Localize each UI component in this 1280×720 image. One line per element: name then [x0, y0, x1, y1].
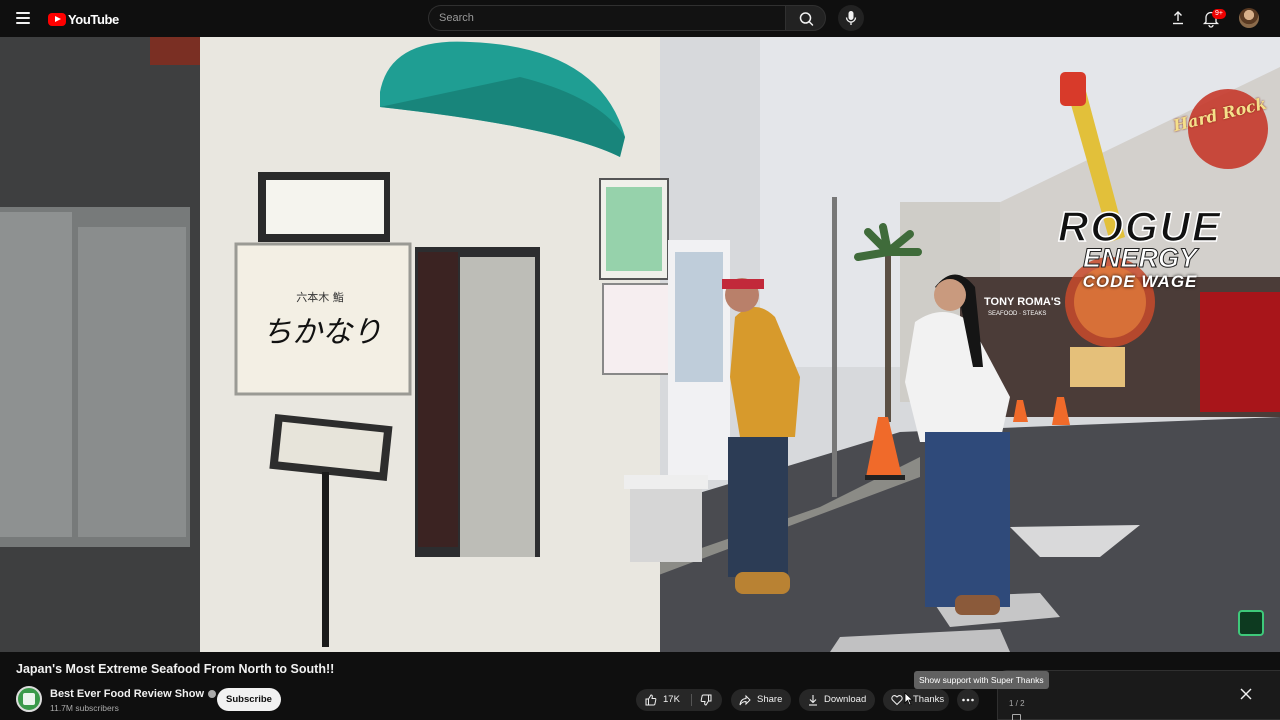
- thumbs-up-icon: [645, 694, 657, 706]
- like-dislike-group: 17K: [636, 689, 722, 711]
- upload-icon: [1173, 11, 1183, 25]
- download-label: Download: [824, 694, 867, 705]
- video-player[interactable]: 六本木 鮨 ちかなり Hard Rock TONY ROMA'S SEAFOOD…: [0, 37, 1280, 652]
- sponsor-code: CODE WAGE: [1082, 272, 1198, 291]
- mouse-cursor-icon: [904, 692, 914, 706]
- panel-item-row: [1009, 714, 1280, 720]
- more-horizontal-icon: [962, 698, 974, 702]
- sponsor-overlay: ROGUE ENERGY CODE WAGE: [1000, 204, 1280, 300]
- restaurant-sign-sub: SEAFOOD · STEAKS: [988, 311, 1047, 317]
- checkbox-icon[interactable]: [1012, 714, 1021, 720]
- search-box: [428, 5, 785, 31]
- thanks-button[interactable]: Thanks: [883, 689, 949, 711]
- svg-text:六本木 鮨: 六本木 鮨: [296, 290, 344, 304]
- logo-text: YouTube: [68, 11, 119, 27]
- share-button[interactable]: Share: [731, 689, 791, 711]
- notification-badge: 9+: [1212, 9, 1226, 19]
- voice-search-button[interactable]: [838, 5, 864, 31]
- thanks-label: Thanks: [913, 694, 945, 705]
- upload-button[interactable]: [1168, 8, 1188, 28]
- youtube-logo[interactable]: YouTube: [48, 9, 119, 29]
- super-thanks-tooltip: Show support with Super Thanks: [914, 671, 1049, 689]
- verified-icon: [208, 690, 217, 699]
- more-actions-button[interactable]: [957, 689, 979, 711]
- top-bar: YouTube 9+: [0, 0, 1280, 37]
- video-frame-scene: 六本木 鮨 ちかなり: [0, 37, 1280, 652]
- panel-close-button[interactable]: [1238, 686, 1254, 702]
- subscriber-count: 11.7M subscribers: [50, 703, 119, 713]
- mic-icon: [845, 11, 857, 25]
- sponsor-brand-sub: ENERGY: [1082, 243, 1198, 273]
- thumbs-down-icon: [700, 694, 712, 706]
- channel-name-text: Best Ever Food Review Show: [50, 688, 205, 700]
- channel-name[interactable]: Best Ever Food Review Show: [50, 688, 217, 700]
- download-button[interactable]: Download: [799, 689, 875, 711]
- like-button[interactable]: 17K: [636, 689, 691, 711]
- youtube-logo-icon: [48, 12, 66, 26]
- like-count: 17K: [663, 694, 680, 705]
- channel-avatar[interactable]: [16, 686, 42, 712]
- share-icon: [739, 694, 751, 706]
- svg-text:ちかなり: ちかなり: [262, 315, 382, 350]
- share-label: Share: [757, 694, 783, 705]
- close-icon: [1240, 688, 1252, 700]
- super-thanks-icon: [891, 695, 903, 706]
- panel-counter: 1 / 2: [1009, 699, 1025, 708]
- video-title: Japan's Most Extreme Seafood From North …: [16, 662, 335, 676]
- account-avatar[interactable]: [1239, 8, 1259, 28]
- dislike-button[interactable]: [692, 689, 722, 711]
- search-button[interactable]: [785, 5, 826, 31]
- download-icon: [809, 695, 817, 706]
- channel-watermark[interactable]: [1238, 610, 1264, 636]
- search-input[interactable]: [429, 6, 785, 30]
- menu-icon[interactable]: [14, 8, 34, 28]
- subscribe-button[interactable]: Subscribe: [217, 688, 281, 711]
- search-icon: [799, 12, 814, 26]
